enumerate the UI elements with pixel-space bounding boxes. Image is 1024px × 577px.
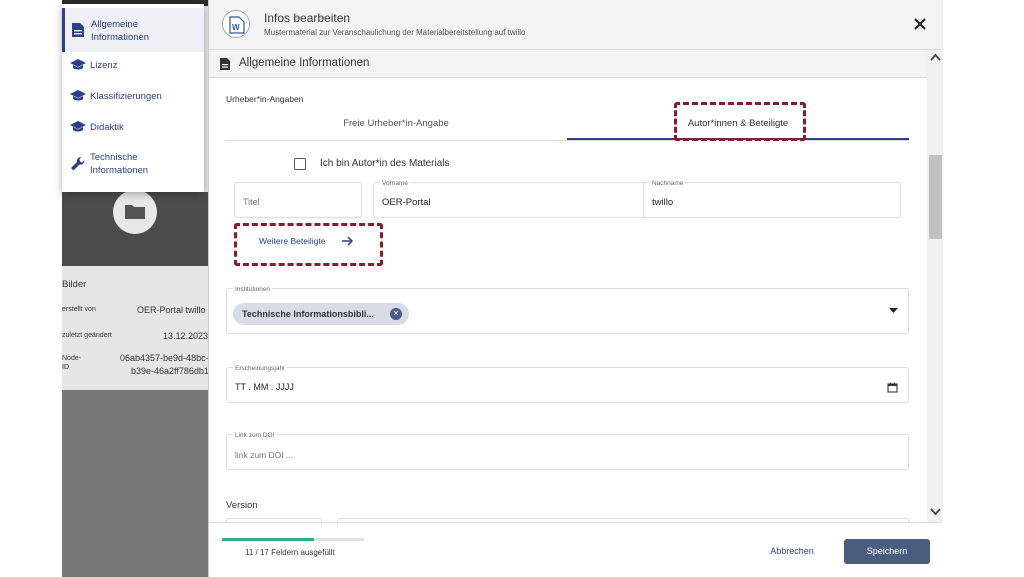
dialog-subtitle: Mustermaterial zur Veranschaulichung der… xyxy=(264,28,526,37)
erscheinungsjahr-field[interactable]: Erscheinungsjahr TT . MM . JJJJ xyxy=(226,365,909,403)
chevron-down-icon[interactable] xyxy=(930,508,941,519)
edit-info-dialog: W Infos bearbeiten Mustermaterial zur Ve… xyxy=(208,0,943,577)
calendar-icon[interactable] xyxy=(887,380,898,398)
field-label: Erscheinungsjahr xyxy=(233,365,288,372)
checkbox-label: Ich bin Autor*in des Materials xyxy=(320,158,450,169)
dialog-footer: 11 / 17 Feldern ausgefüllt Abbrechen Spe… xyxy=(209,522,943,577)
graduation-cap-icon xyxy=(70,120,86,136)
arrow-right-icon[interactable] xyxy=(341,235,354,250)
background-meta-value: 06ab4357-be9d-48bc- xyxy=(120,353,209,363)
scrollbar-thumb[interactable] xyxy=(929,155,942,239)
institution-chip[interactable]: Technische Informationsbibli... ✕ xyxy=(233,303,409,325)
sidebar-item-label: Klassifizierungen xyxy=(90,91,162,102)
close-icon[interactable]: ✕ xyxy=(390,308,402,320)
background-meta-value: OER-Portal twillo xyxy=(137,305,206,315)
folder-icon xyxy=(113,190,157,234)
sidebar-item-allgemeine-informationen[interactable]: Allgemeine Informationen xyxy=(62,8,204,52)
field-label: Link zum DOI xyxy=(233,432,277,439)
nachname-field[interactable]: Nachname twillo xyxy=(643,180,901,218)
dialog-title: Infos bearbeiten xyxy=(264,11,351,25)
tab-freie-urheber-angabe[interactable]: Freie Urheber*in-Angabe xyxy=(225,106,567,141)
section-title: Allgemeine Informationen xyxy=(239,57,370,69)
background-meta-key: erstellt von xyxy=(62,306,96,313)
background-meta-key: Node- xyxy=(62,355,82,362)
graduation-cap-icon xyxy=(70,58,86,74)
sidebar-item-technische-informationen[interactable]: Technische Informationen xyxy=(62,148,204,180)
field-value: twillo xyxy=(652,197,674,208)
sidebar-item-klassifizierungen[interactable]: Klassifizierungen xyxy=(62,85,204,107)
sidebar-item-label: Informationen xyxy=(91,32,150,43)
background-overlay xyxy=(62,390,208,577)
sidebar-item-label: Allgemeine xyxy=(91,19,138,30)
progress-text: 11 / 17 Feldern ausgefüllt xyxy=(245,548,335,557)
sidebar-item-label: Lizenz xyxy=(90,60,118,71)
tab-divider xyxy=(225,140,909,141)
svg-text:W: W xyxy=(232,23,240,32)
graduation-cap-icon xyxy=(70,89,86,105)
author-heading: Urheber*in-Angaben xyxy=(226,94,304,104)
field-placeholder: Titel xyxy=(243,197,260,207)
chevron-up-icon[interactable] xyxy=(930,53,941,64)
document-icon xyxy=(219,57,231,76)
wrench-icon xyxy=(70,156,86,172)
more-contributors-link[interactable]: Weitere Beteiligte xyxy=(259,236,325,246)
field-label: Institutionen xyxy=(233,286,273,293)
close-icon[interactable] xyxy=(912,16,928,32)
version-label: Version xyxy=(226,500,258,511)
background-meta-key: ID xyxy=(62,364,69,371)
caret-down-icon[interactable] xyxy=(889,306,898,316)
author-checkbox[interactable] xyxy=(294,158,306,170)
sidebar-item-label: Informationen xyxy=(90,165,149,176)
document-icon xyxy=(71,22,87,38)
sidebar-item-label: Didaktik xyxy=(90,122,124,133)
scrollbar[interactable] xyxy=(927,50,943,522)
sidebar-item-lizenz[interactable]: Lizenz xyxy=(62,54,204,76)
doi-field[interactable]: Link zum DOI link zum DOI ... xyxy=(226,432,909,470)
background-section-title: Bilder xyxy=(62,279,87,290)
section-side-menu: Allgemeine Informationen Lizenz Klassifi… xyxy=(62,4,204,192)
progress-fill xyxy=(222,538,314,541)
section-header: Allgemeine Informationen xyxy=(209,50,929,78)
sidebar-item-label: Technische xyxy=(90,152,138,163)
dialog-header: W Infos bearbeiten Mustermaterial zur Ve… xyxy=(209,0,943,50)
field-value: OER-Portal xyxy=(382,197,431,208)
field-label: Vorname xyxy=(380,180,411,187)
chip-label: Technische Informationsbibli... xyxy=(242,309,374,319)
sidebar-item-didaktik[interactable]: Didaktik xyxy=(62,116,204,138)
highlight-annotation xyxy=(674,102,806,141)
field-label: Nachname xyxy=(650,180,686,187)
background-meta-value: b39e-46a2ff786db1 xyxy=(131,366,209,376)
background-meta-value: 13.12.2023 xyxy=(163,331,209,341)
word-document-icon: W xyxy=(222,10,250,38)
save-button[interactable]: Speichern xyxy=(844,539,930,564)
cancel-button[interactable]: Abbrechen xyxy=(757,540,827,562)
titel-field[interactable]: Titel xyxy=(234,182,362,218)
background-meta-key: zuletzt geändert xyxy=(62,332,112,339)
date-value: TT . MM . JJJJ xyxy=(235,382,294,392)
field-placeholder: link zum DOI ... xyxy=(235,450,294,460)
progress-bar xyxy=(222,538,364,541)
